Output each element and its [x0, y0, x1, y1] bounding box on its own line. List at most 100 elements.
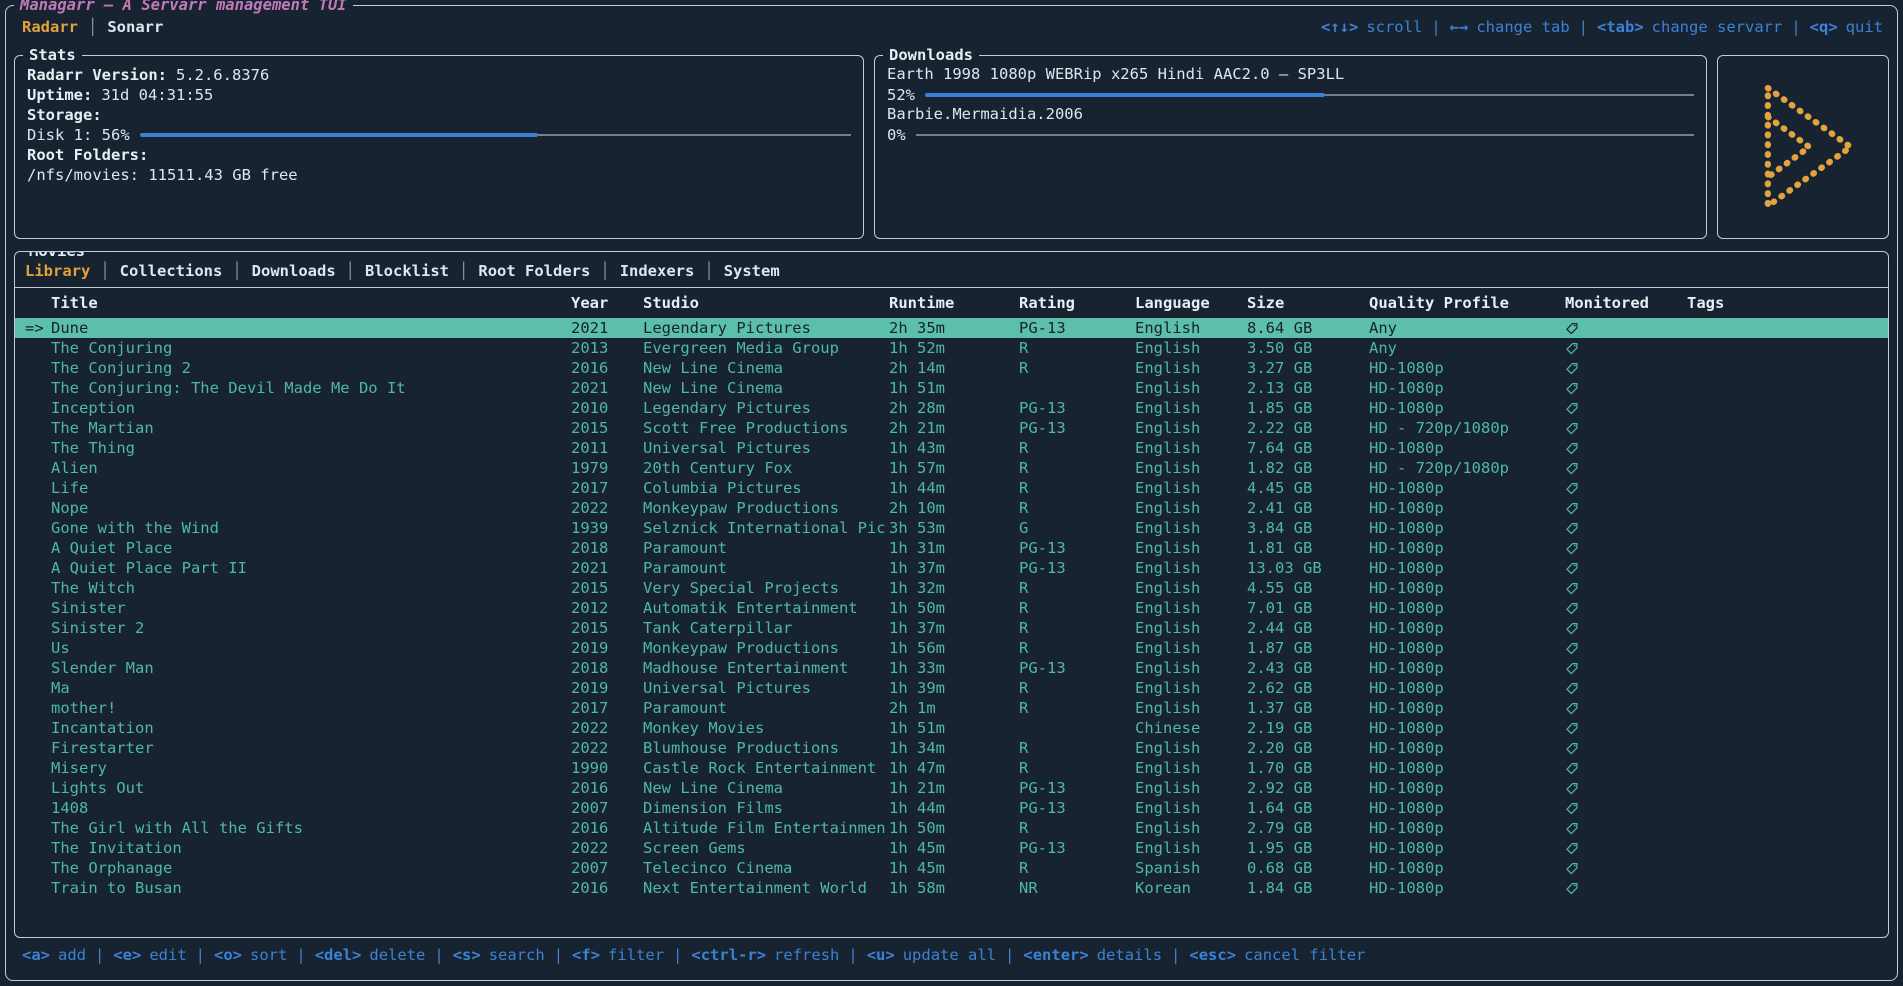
table-row[interactable]: Inception 2010 Legendary Pictures 2h 28m… — [15, 398, 1888, 418]
movie-title: The Martian — [51, 418, 571, 438]
movie-year: 1939 — [571, 518, 643, 538]
table-row[interactable]: => Dune 2021 Legendary Pictures 2h 35m P… — [15, 318, 1888, 338]
movie-size: 0.68 GB — [1247, 858, 1369, 878]
servarr-tab[interactable]: │Sonarr — [78, 18, 163, 36]
root-folders-label: Root Folders: — [27, 146, 148, 164]
table-row[interactable]: The Thing 2011 Universal Pictures 1h 43m… — [15, 438, 1888, 458]
table-row[interactable]: The Conjuring 2013 Evergreen Media Group… — [15, 338, 1888, 358]
hint-key: <u> — [867, 946, 895, 964]
table-row[interactable]: Train to Busan 2016 Next Entertainment W… — [15, 878, 1888, 898]
movie-year: 2022 — [571, 838, 643, 858]
movie-language: English — [1135, 618, 1247, 638]
table-row[interactable]: Firestarter 2022 Blumhouse Productions 1… — [15, 738, 1888, 758]
monitored-cell — [1565, 518, 1687, 538]
table-row[interactable]: The Orphanage 2007 Telecinco Cinema 1h 4… — [15, 858, 1888, 878]
movie-studio: Next Entertainment World — [643, 878, 889, 898]
table-keybindings: |<a>add |<e>edit |<o>sort |<del>delete |… — [22, 946, 1889, 964]
monitored-tag-icon — [1565, 822, 1579, 836]
movie-language: English — [1135, 318, 1247, 338]
managarr-play-logo-icon — [1740, 78, 1866, 216]
movie-quality-profile: HD-1080p — [1369, 878, 1565, 898]
column-header: Studio — [643, 293, 889, 313]
table-row[interactable]: The Conjuring: The Devil Made Me Do It 2… — [15, 378, 1888, 398]
movie-rating: R — [1019, 598, 1135, 618]
table-row[interactable]: The Martian 2015 Scott Free Productions … — [15, 418, 1888, 438]
table-row[interactable]: Slender Man 2018 Madhouse Entertainment … — [15, 658, 1888, 678]
movies-tab[interactable]: │Root Folders — [449, 262, 590, 280]
table-row[interactable]: The Invitation 2022 Screen Gems 1h 45m P… — [15, 838, 1888, 858]
movie-runtime: 1h 37m — [889, 618, 1019, 638]
movie-runtime: 1h 44m — [889, 478, 1019, 498]
movie-quality-profile: HD - 720p/1080p — [1369, 418, 1565, 438]
monitored-cell — [1565, 758, 1687, 778]
monitored-tag-icon — [1565, 382, 1579, 396]
movie-rating: PG-13 — [1019, 658, 1135, 678]
movies-tab[interactable]: │Downloads — [222, 262, 335, 280]
movie-year: 2015 — [571, 418, 643, 438]
hint-label: search — [489, 946, 545, 964]
movies-tab[interactable]: │Library — [25, 262, 90, 280]
movie-runtime: 1h 57m — [889, 458, 1019, 478]
table-row[interactable]: The Girl with All the Gifts 2016 Altitud… — [15, 818, 1888, 838]
table-row[interactable]: Misery 1990 Castle Rock Entertainment 1h… — [15, 758, 1888, 778]
table-row[interactable]: Us 2019 Monkeypaw Productions 1h 56m R E… — [15, 638, 1888, 658]
monitored-cell — [1565, 858, 1687, 878]
movie-size: 2.20 GB — [1247, 738, 1369, 758]
monitored-tag-icon — [1565, 762, 1579, 776]
logo-panel — [1717, 55, 1889, 239]
hint-separator: | — [545, 946, 572, 964]
table-row[interactable]: Sinister 2012 Automatik Entertainment 1h… — [15, 598, 1888, 618]
tab-separator: │ — [90, 262, 119, 280]
monitored-tag-icon — [1565, 522, 1579, 536]
movies-tab[interactable]: │Blocklist — [336, 262, 449, 280]
movie-rating: PG-13 — [1019, 538, 1135, 558]
table-row[interactable]: Sinister 2 2015 Tank Caterpillar 1h 37m … — [15, 618, 1888, 638]
bottom-bar: |<a>add |<e>edit |<o>sort |<del>delete |… — [14, 946, 1889, 970]
movie-title: Ma — [51, 678, 571, 698]
movie-quality-profile: HD-1080p — [1369, 358, 1565, 378]
hint-key: ←→ — [1450, 18, 1469, 36]
table-row[interactable]: Life 2017 Columbia Pictures 1h 44m R Eng… — [15, 478, 1888, 498]
movie-studio: Altitude Film Entertainmen — [643, 818, 889, 838]
movie-quality-profile: HD-1080p — [1369, 578, 1565, 598]
movies-tab[interactable]: │Collections — [90, 262, 222, 280]
movie-title: The Conjuring — [51, 338, 571, 358]
movie-rating: PG-13 — [1019, 318, 1135, 338]
table-row[interactable]: Lights Out 2016 New Line Cinema 1h 21m P… — [15, 778, 1888, 798]
movie-year: 2007 — [571, 858, 643, 878]
table-row[interactable]: Ma 2019 Universal Pictures 1h 39m R Engl… — [15, 678, 1888, 698]
servarr-tab[interactable]: │Radarr — [22, 18, 78, 36]
table-row[interactable]: A Quiet Place 2018 Paramount 1h 31m PG-1… — [15, 538, 1888, 558]
keybinding-hint: |<enter>details — [996, 946, 1162, 964]
keybinding-hint: |<esc>cancel filter — [1162, 946, 1365, 964]
table-row[interactable]: The Witch 2015 Very Special Projects 1h … — [15, 578, 1888, 598]
table-row[interactable]: The Conjuring 2 2016 New Line Cinema 2h … — [15, 358, 1888, 378]
movie-quality-profile: HD-1080p — [1369, 518, 1565, 538]
table-row[interactable]: Nope 2022 Monkeypaw Productions 2h 10m R… — [15, 498, 1888, 518]
movies-tab[interactable]: │System — [694, 262, 779, 280]
download-name: Earth 1998 1080p WEBRip x265 Hindi AAC2.… — [887, 65, 1694, 85]
movie-quality-profile: HD-1080p — [1369, 858, 1565, 878]
monitored-cell — [1565, 838, 1687, 858]
uptime-line: Uptime: 31d 04:31:55 — [27, 85, 851, 105]
movie-size: 2.92 GB — [1247, 778, 1369, 798]
movie-language: English — [1135, 558, 1247, 578]
table-row[interactable]: mother! 2017 Paramount 2h 1m R English 1… — [15, 698, 1888, 718]
table-row[interactable]: A Quiet Place Part II 2021 Paramount 1h … — [15, 558, 1888, 578]
movie-title: Sinister 2 — [51, 618, 571, 638]
movie-quality-profile: Any — [1369, 338, 1565, 358]
table-row[interactable]: Gone with the Wind 1939 Selznick Interna… — [15, 518, 1888, 538]
movie-quality-profile: HD - 720p/1080p — [1369, 458, 1565, 478]
table-row[interactable]: Alien 1979 20th Century Fox 1h 57m R Eng… — [15, 458, 1888, 478]
movie-language: English — [1135, 578, 1247, 598]
keybinding-hint: |<s>search — [425, 946, 544, 964]
movie-studio: Telecinco Cinema — [643, 858, 889, 878]
movie-title: Sinister — [51, 598, 571, 618]
movie-rating: R — [1019, 638, 1135, 658]
movies-tab[interactable]: │Indexers — [590, 262, 694, 280]
movie-size: 3.50 GB — [1247, 338, 1369, 358]
hint-label: change tab — [1476, 18, 1569, 36]
table-row[interactable]: 1408 2007 Dimension Films 1h 44m PG-13 E… — [15, 798, 1888, 818]
movie-size: 4.45 GB — [1247, 478, 1369, 498]
table-row[interactable]: Incantation 2022 Monkey Movies 1h 51m Ch… — [15, 718, 1888, 738]
